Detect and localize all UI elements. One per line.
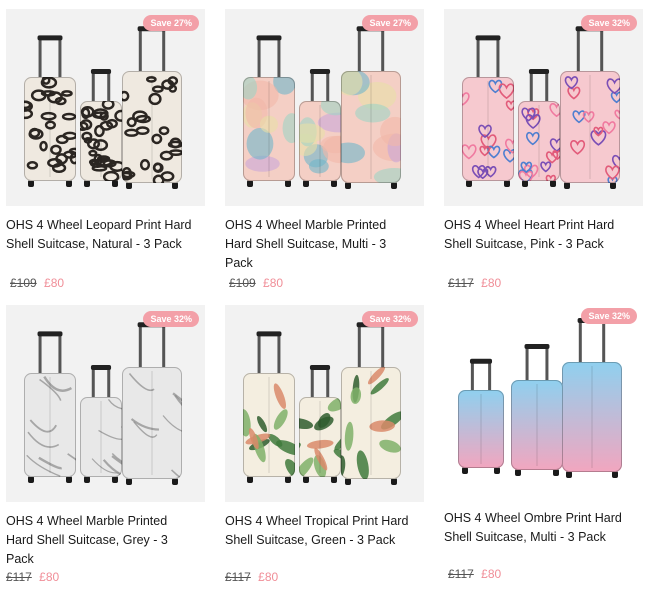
suitcase-set-image: [243, 26, 401, 189]
sale-price: £80: [481, 276, 502, 290]
discount-badge: Save 32%: [581, 15, 637, 31]
discount-badge: Save 27%: [362, 15, 418, 31]
original-price: £109: [10, 276, 37, 290]
sale-price: £80: [263, 276, 284, 290]
product-image[interactable]: Save 27%: [6, 9, 205, 206]
product-title[interactable]: OHS 4 Wheel Leopard Print Hard Shell Sui…: [6, 216, 196, 254]
suitcase-set-image: [458, 318, 622, 478]
price-block: £117 £80: [448, 276, 501, 290]
price-block: £117 £80: [225, 570, 278, 584]
product-title[interactable]: OHS 4 Wheel Heart Print Hard Shell Suitc…: [444, 216, 634, 254]
sale-price: £80: [258, 570, 279, 584]
suitcase-set-image: [24, 322, 182, 485]
product-card[interactable]: Save 32% OHS 4 Wheel Marble Printed Hard…: [6, 305, 205, 584]
product-image[interactable]: Save 32%: [444, 9, 643, 206]
product-image[interactable]: Save 27%: [225, 9, 424, 206]
product-card[interactable]: Save 32% OHS 4 Wheel Tropical Print Hard…: [225, 305, 424, 584]
price-block: £109 £80: [10, 276, 64, 290]
suitcase-set-image: [243, 322, 401, 485]
product-title[interactable]: OHS 4 Wheel Tropical Print Hard Shell Su…: [225, 512, 415, 550]
original-price: £109: [229, 276, 256, 290]
price-block: £117 £80: [448, 567, 501, 581]
price-block: £109 £80: [229, 276, 283, 290]
product-grid: Save 27% OHS 4 Wheel Leopard Print Hard …: [0, 0, 650, 600]
product-card[interactable]: Save 27% OHS 4 Wheel Leopard Print Hard …: [6, 9, 205, 290]
product-title[interactable]: OHS 4 Wheel Marble Printed Hard Shell Su…: [225, 216, 415, 273]
original-price: £117: [225, 570, 251, 584]
discount-badge: Save 32%: [143, 311, 199, 327]
discount-badge: Save 32%: [362, 311, 418, 327]
product-card[interactable]: Save 32% OHS 4 Wheel Ombre Print Hard Sh…: [444, 302, 643, 581]
sale-price: £80: [481, 567, 502, 581]
product-title[interactable]: OHS 4 Wheel Marble Printed Hard Shell Su…: [6, 512, 196, 569]
suitcase-set-image: [462, 26, 620, 189]
original-price: £117: [448, 276, 474, 290]
discount-badge: Save 32%: [581, 308, 637, 324]
product-card[interactable]: Save 27% OHS 4 Wheel Marble Printed Hard…: [225, 9, 424, 290]
original-price: £117: [448, 567, 474, 581]
original-price: £117: [6, 570, 32, 584]
sale-price: £80: [44, 276, 65, 290]
price-block: £117 £80: [6, 570, 59, 584]
sale-price: £80: [39, 570, 60, 584]
product-card[interactable]: Save 32% OHS 4 Wheel Heart Print Hard Sh…: [444, 9, 643, 290]
product-image[interactable]: Save 32%: [225, 305, 424, 502]
product-image[interactable]: Save 32%: [6, 305, 205, 502]
discount-badge: Save 27%: [143, 15, 199, 31]
suitcase-set-image: [24, 26, 182, 189]
product-title[interactable]: OHS 4 Wheel Ombre Print Hard Shell Suitc…: [444, 509, 634, 547]
product-image[interactable]: Save 32%: [444, 302, 643, 499]
